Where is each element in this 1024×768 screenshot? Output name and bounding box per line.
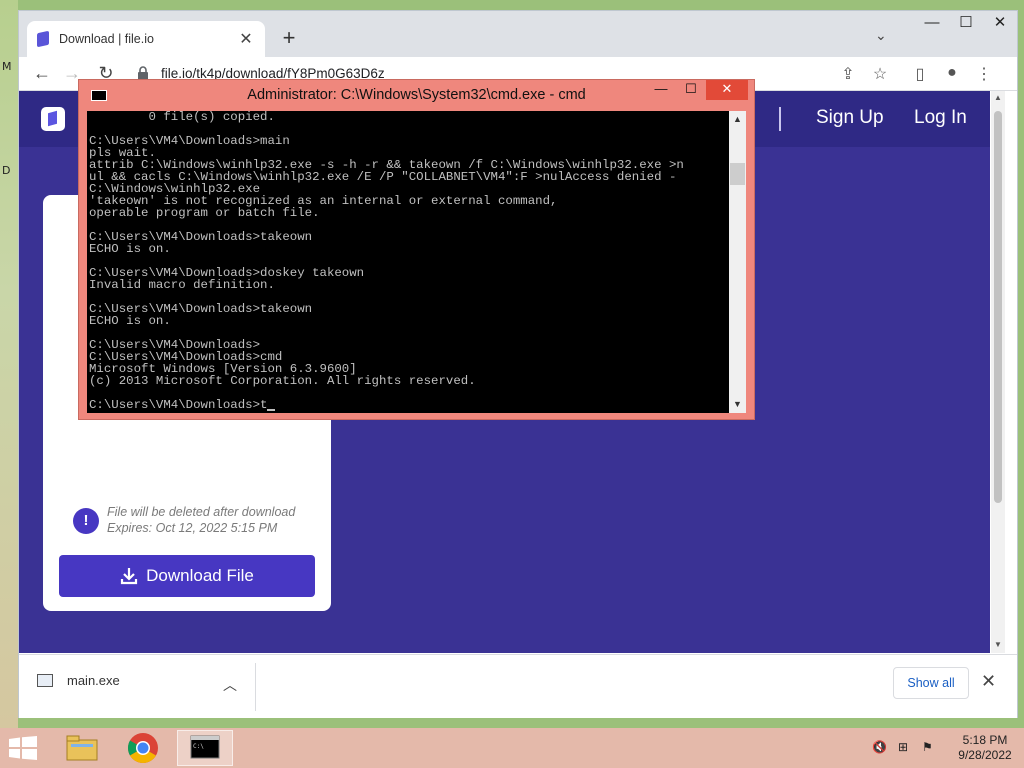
download-icon [121,568,138,585]
cmd-titlebar[interactable]: Administrator: C:\Windows\System32\cmd.e… [79,80,754,110]
clock-time: 5:18 PM [962,733,1008,747]
download-file-button[interactable]: Download File [59,555,315,597]
cmd-output: 0 file(s) copied. C:\Users\VM4\Downloads>… [87,111,729,411]
cmd-line: Invalid macro definition. [89,278,275,292]
signup-link[interactable]: Sign Up [816,107,884,129]
share-icon[interactable]: ⇪ [837,64,859,84]
cmd-line: C:\Users\VM4\Downloads>t [89,399,729,411]
taskbar: C:\ 🔇 ⊞ ⚑ 5:18 PM 9/28/2022 [0,728,1024,768]
fileio-logo-icon[interactable] [41,107,65,131]
windows-start-icon[interactable] [8,736,38,760]
clock-date: 9/28/2022 [958,748,1012,762]
page-scrollbar[interactable]: ▲ ▼ [991,91,1005,653]
cmd-line: operable program or batch file. [89,206,320,220]
shelf-close-icon[interactable]: ✕ [981,671,996,692]
bookmark-star-icon[interactable]: ☆ [869,64,891,84]
action-center-flag-icon[interactable]: ⚑ [922,740,933,754]
show-all-button[interactable]: Show all [893,667,969,699]
desktop-icon-label: D [2,164,11,177]
cmd-line: ECHO is on. [89,242,171,256]
window-minimize-button[interactable]: — [915,11,949,37]
cmd-scroll-up-icon[interactable]: ▲ [729,114,746,124]
fileio-favicon-icon [37,30,49,48]
text-cursor [267,409,276,411]
cmd-line: C:\Users\VM4\Downloads>takeown [89,302,313,316]
tab-download-fileio[interactable]: Download | file.io ✕ [27,21,265,57]
tab-close-icon[interactable]: ✕ [237,29,255,49]
cmd-window[interactable]: Administrator: C:\Windows\System32\cmd.e… [78,79,755,420]
cmd-line: C:\Users\VM4\Downloads>main [89,134,290,148]
tab-strip: Download | file.io ✕ + ⌄ — ☐ ✕ [19,11,1017,57]
window-close-button[interactable]: ✕ [983,11,1017,37]
new-tab-button[interactable]: + [277,25,301,51]
lock-icon[interactable] [137,66,149,80]
cmd-close-button[interactable]: ✕ [706,80,748,100]
cmd-line: ECHO is on. [89,314,171,328]
svg-text:C:\: C:\ [193,743,204,750]
expiry-notice: Expires: Oct 12, 2022 5:15 PM [107,521,278,535]
chevron-up-icon[interactable]: ︿ [223,675,237,695]
cmd-minimize-button[interactable]: — [646,80,676,100]
side-panel-icon[interactable]: ▯ [909,64,931,84]
download-file-name: main.exe [67,673,120,688]
volume-muted-icon[interactable]: 🔇 [872,740,887,754]
download-item[interactable]: main.exe [37,673,120,688]
scroll-down-arrow-icon[interactable]: ▼ [991,640,1005,649]
chrome-icon[interactable] [115,730,171,766]
cmd-maximize-button[interactable]: ☐ [676,80,706,100]
login-link[interactable]: Log In [914,107,967,129]
scroll-up-arrow-icon[interactable]: ▲ [991,93,1005,102]
cmd-line: 0 file(s) copied. [89,111,275,124]
cmd-line: C:\Users\VM4\Downloads>takeown [89,230,313,244]
download-button-label: Download File [146,566,254,585]
tab-title: Download | file.io [59,32,154,46]
info-icon: ! [73,508,99,534]
network-icon[interactable]: ⊞ [898,740,908,754]
profile-avatar-icon[interactable]: ● [941,64,963,82]
cmd-taskbar-icon[interactable]: C:\ [177,730,233,766]
scrollbar-thumb[interactable] [994,111,1002,503]
more-menu-icon[interactable]: ⋮ [973,64,995,84]
window-maximize-button[interactable]: ☐ [949,11,983,37]
file-explorer-icon[interactable] [54,730,110,766]
clock[interactable]: 5:18 PM 9/28/2022 [950,733,1020,763]
shelf-divider [255,663,256,711]
desktop-icon-label: M [2,60,12,73]
cmd-scrollbar[interactable]: ▲ ▼ [729,111,746,413]
tab-search-chevron-icon[interactable]: ⌄ [875,27,887,44]
cmd-console[interactable]: 0 file(s) copied. C:\Users\VM4\Downloads>… [87,111,729,413]
file-icon [37,674,53,687]
delete-notice: File will be deleted after download [107,505,296,519]
cmd-scrollbar-thumb[interactable] [730,163,745,185]
download-shelf: main.exe ︿ Show all ✕ [19,654,1017,718]
back-arrow-icon[interactable]: ← [31,63,53,84]
cmd-line: (c) 2013 Microsoft Corporation. All righ… [89,374,476,388]
header-divider [779,107,781,131]
cmd-scroll-down-icon[interactable]: ▼ [729,399,746,409]
desktop-background: M D [0,0,18,728]
